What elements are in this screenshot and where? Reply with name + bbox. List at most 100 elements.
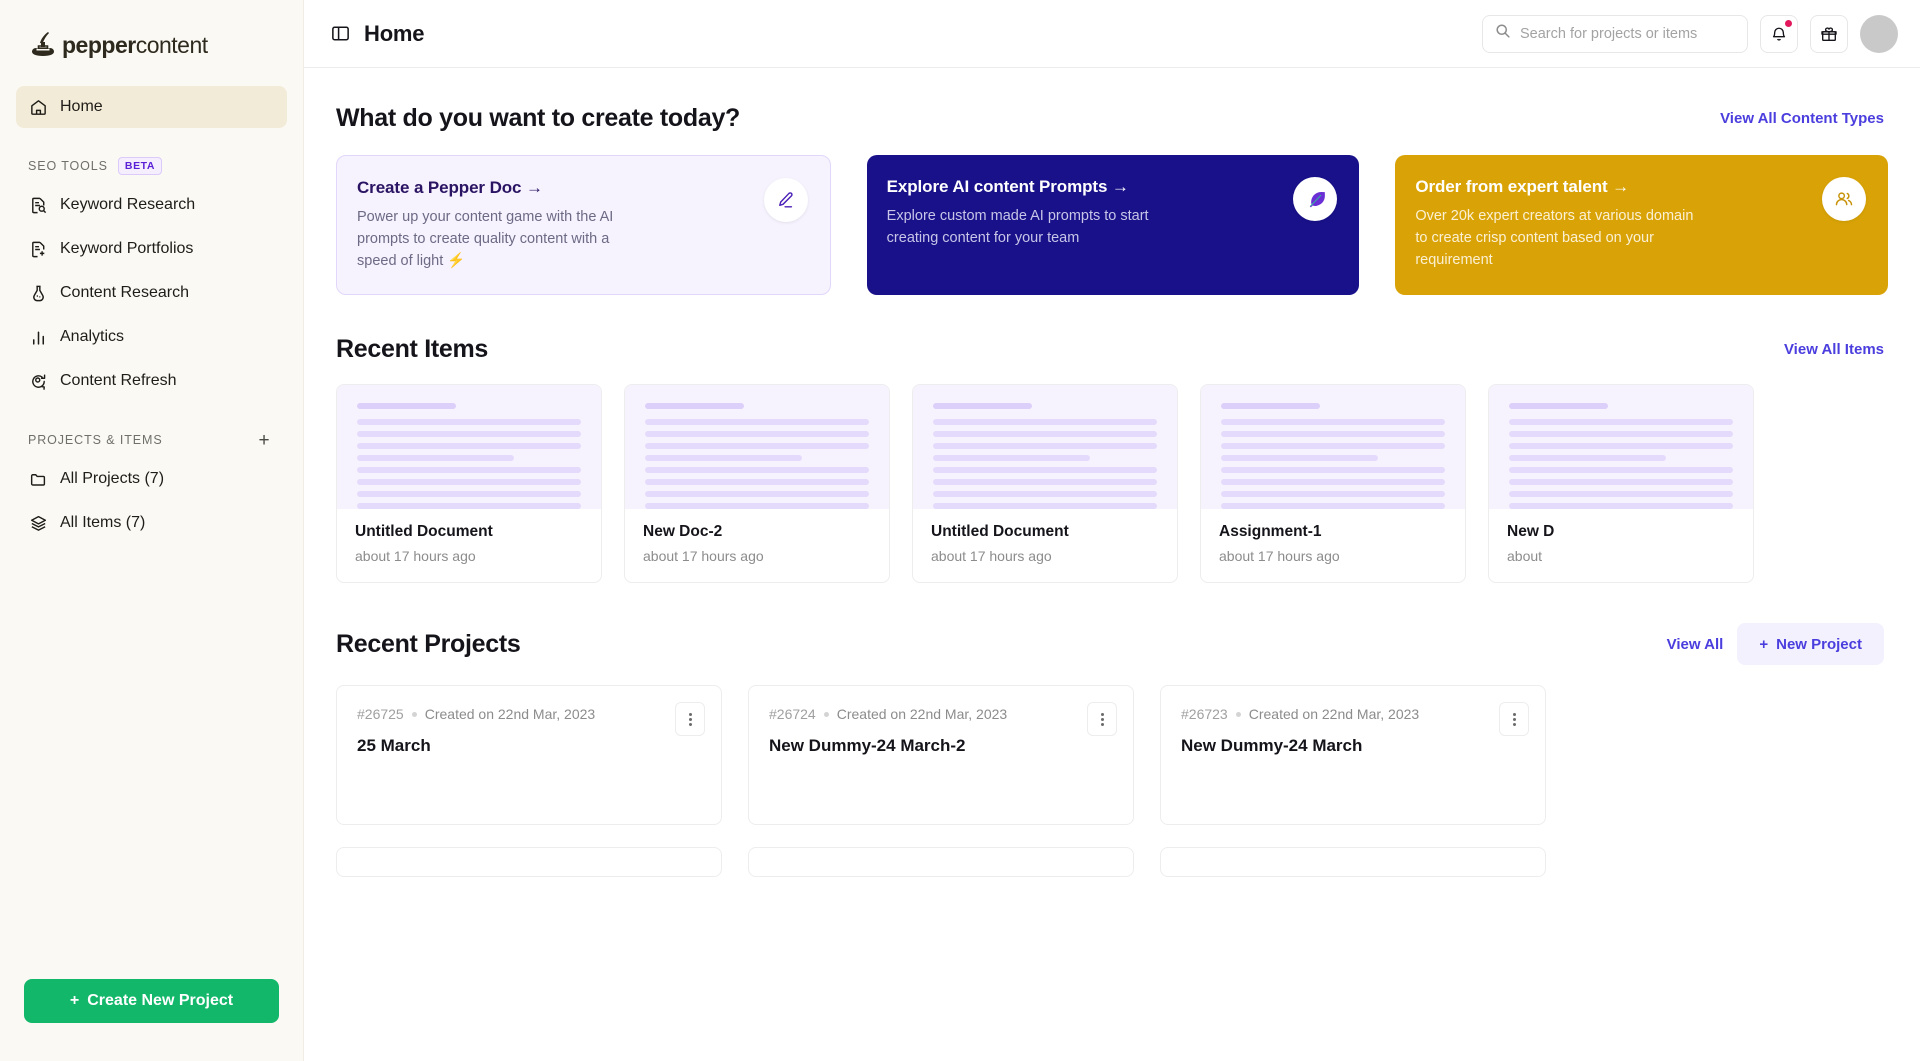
app-root: peppercontent Home SEO TOOLS BETA Keywor… <box>0 0 1920 1061</box>
brand-logo[interactable]: peppercontent <box>0 0 303 68</box>
sidebar-footer: + Create New Project <box>0 979 303 1061</box>
create-new-project-button[interactable]: + Create New Project <box>24 979 279 1023</box>
search-box[interactable] <box>1482 14 1748 53</box>
item-title: Assignment-1 <box>1219 523 1322 540</box>
sidebar-item-label: Analytics <box>60 328 125 345</box>
project-title: 25 March <box>357 736 431 755</box>
item-title: New D <box>1507 523 1555 540</box>
separator-dot <box>411 711 417 717</box>
recent-item-card[interactable]: New Doc-2 about 17 hours ago <box>624 384 890 583</box>
create-section-header: What do you want to create today? View A… <box>336 104 1920 133</box>
recent-projects-strip-next-row <box>336 847 1920 877</box>
item-title: Untitled Document <box>355 523 493 540</box>
kebab-menu-icon[interactable] <box>675 702 705 736</box>
recent-item-card[interactable]: New D about <box>1488 384 1754 583</box>
project-card[interactable] <box>1160 847 1546 877</box>
kebab-menu-icon[interactable] <box>1087 702 1117 736</box>
new-project-button[interactable]: + New Project <box>1737 623 1884 665</box>
item-title: New Doc-2 <box>643 523 723 540</box>
item-timestamp: about 17 hours ago <box>643 548 764 564</box>
document-preview-thumbnail <box>337 385 601 509</box>
recent-item-card[interactable]: Assignment-1 about 17 hours ago <box>1200 384 1466 583</box>
create-new-project-label: Create New Project <box>87 992 234 1009</box>
document-preview-thumbnail <box>625 385 889 509</box>
people-icon <box>1822 177 1867 221</box>
create-card-expert-talent[interactable]: Order from expert talent → Over 20k expe… <box>1395 155 1889 295</box>
project-card[interactable]: #26723 Created on 22nd Mar, 2023 New Dum… <box>1160 685 1546 825</box>
sidebar-item-label: Home <box>60 98 103 115</box>
card-title: Create a Pepper Doc → <box>357 178 543 197</box>
sidebar-item-content-research[interactable]: Content Research <box>16 272 287 314</box>
card-description: Power up your content game with the AI p… <box>357 209 614 269</box>
section-title: PROJECTS & ITEMS <box>28 433 163 447</box>
beta-badge: BETA <box>117 157 163 175</box>
project-card[interactable]: #26725 Created on 22nd Mar, 2023 25 Marc… <box>336 685 722 825</box>
sidebar-item-content-refresh[interactable]: Content Refresh <box>16 360 287 402</box>
sidebar-nav-projects: All Projects (7) All Items (7) <box>0 458 303 546</box>
sidebar-item-keyword-portfolios[interactable]: Keyword Portfolios <box>16 228 287 270</box>
kebab-menu-icon[interactable] <box>1499 702 1529 736</box>
layers-icon <box>28 513 48 533</box>
sidebar: peppercontent Home SEO TOOLS BETA Keywor… <box>0 0 304 1061</box>
new-project-label: New Project <box>1776 635 1862 653</box>
flask-icon <box>28 283 48 303</box>
sidebar-nav-primary: Home <box>0 68 303 130</box>
item-timestamp: about 17 hours ago <box>1219 548 1340 564</box>
add-project-icon[interactable]: + <box>253 429 275 451</box>
sidebar-item-keyword-research[interactable]: Keyword Research <box>16 184 287 226</box>
separator-dot <box>823 711 829 717</box>
create-card-pepper-doc[interactable]: Create a Pepper Doc → Power up your cont… <box>336 155 831 295</box>
card-title: Explore AI content Prompts → <box>886 177 1129 196</box>
create-card-ai-prompts[interactable]: Explore AI content Prompts → Explore cus… <box>866 155 1360 295</box>
pencil-icon <box>763 178 808 222</box>
project-meta: #26725 Created on 22nd Mar, 2023 <box>357 706 701 722</box>
sidebar-item-label: Content Research <box>60 284 189 301</box>
project-id: #26723 <box>1181 706 1228 722</box>
plus-icon: + <box>1759 635 1769 653</box>
sidebar-item-label: Keyword Portfolios <box>60 240 194 257</box>
recent-items-strip[interactable]: Untitled Document about 17 hours ago New… <box>336 384 1920 583</box>
sidebar-item-label: Content Refresh <box>60 372 177 389</box>
project-card[interactable]: #26724 Created on 22nd Mar, 2023 New Dum… <box>748 685 1134 825</box>
card-description: Over 20k expert creators at various doma… <box>1415 208 1694 268</box>
separator-dot <box>1235 711 1241 717</box>
search-input[interactable] <box>1520 25 1735 42</box>
sidebar-item-analytics[interactable]: Analytics <box>16 316 287 358</box>
project-card[interactable] <box>336 847 722 877</box>
item-title: Untitled Document <box>931 523 1069 540</box>
view-all-content-types-link[interactable]: View All Content Types <box>1720 110 1884 127</box>
recent-projects-header: Recent Projects View All + New Project <box>336 623 1920 665</box>
recent-item-card[interactable]: Untitled Document about 17 hours ago <box>336 384 602 583</box>
recent-item-card[interactable]: Untitled Document about 17 hours ago <box>912 384 1178 583</box>
sidebar-toggle-icon[interactable] <box>330 23 352 45</box>
sidebar-item-home[interactable]: Home <box>16 86 287 128</box>
project-created-date: Created on 22nd Mar, 2023 <box>1248 706 1420 722</box>
sidebar-item-all-projects[interactable]: All Projects (7) <box>16 458 287 500</box>
create-section-heading: What do you want to create today? <box>336 104 741 132</box>
gift-button[interactable] <box>1810 14 1848 53</box>
project-card[interactable] <box>748 847 1134 877</box>
sidebar-section-projects-items: PROJECTS & ITEMS + <box>0 430 303 450</box>
folder-icon <box>28 469 48 489</box>
recent-projects-strip[interactable]: #26725 Created on 22nd Mar, 2023 25 Marc… <box>336 685 1920 825</box>
view-all-items-link[interactable]: View All Items <box>1784 341 1884 358</box>
view-all-projects-link[interactable]: View All <box>1667 636 1724 653</box>
item-timestamp: about 17 hours ago <box>931 548 1052 564</box>
avatar[interactable] <box>1860 14 1898 53</box>
sidebar-section-seo-tools: SEO TOOLS BETA <box>0 156 303 176</box>
page-title: Home <box>364 20 425 46</box>
refresh-icon <box>28 371 48 391</box>
document-plus-icon <box>28 239 48 259</box>
search-icon <box>1495 23 1511 44</box>
main-area: Home Search for projects or items What d… <box>304 0 1920 1061</box>
project-title: New Dummy-24 March-2 <box>769 736 966 755</box>
sidebar-item-label: All Items (7) <box>60 514 146 531</box>
notification-badge <box>1785 19 1792 27</box>
notifications-button[interactable] <box>1760 14 1798 53</box>
project-title: New Dummy-24 March <box>1181 736 1363 755</box>
card-description: Explore custom made AI prompts to start … <box>886 208 1149 246</box>
project-created-date: Created on 22nd Mar, 2023 <box>424 706 596 722</box>
sidebar-item-label: All Projects (7) <box>60 470 165 487</box>
sidebar-item-all-items[interactable]: All Items (7) <box>16 502 287 544</box>
recent-items-heading: Recent Items <box>336 335 489 363</box>
